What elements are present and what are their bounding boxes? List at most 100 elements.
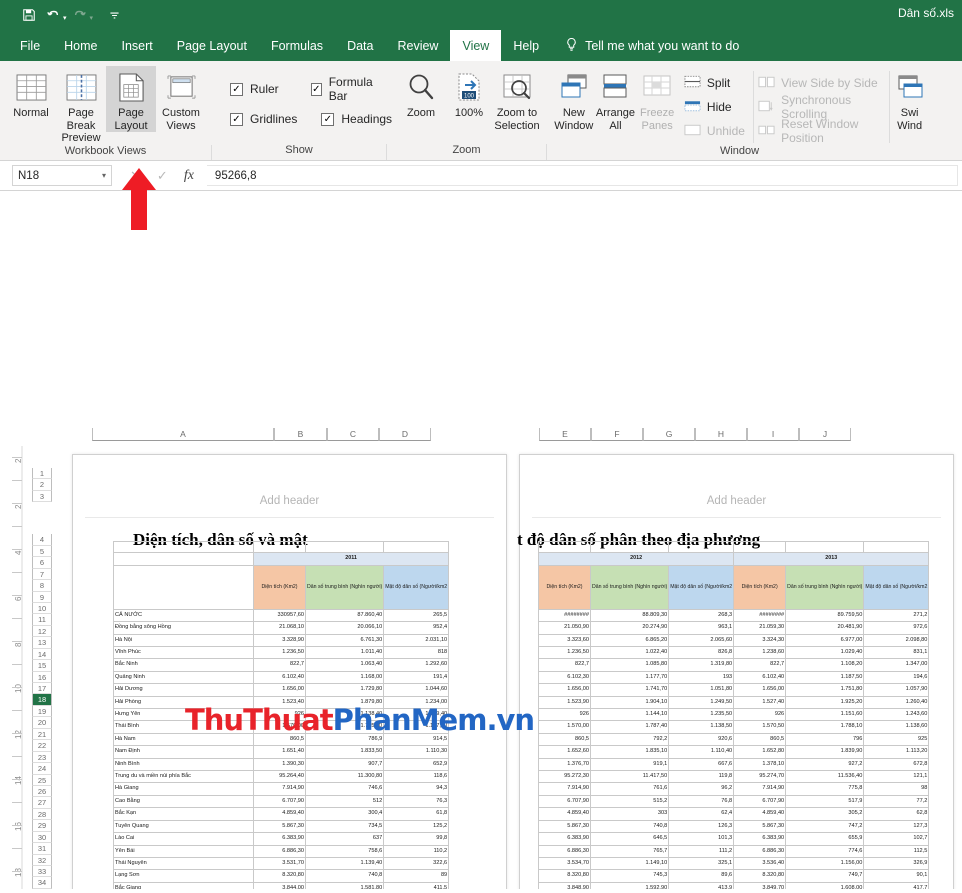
row-header-2[interactable]: 2: [32, 479, 52, 491]
data-cell[interactable]: 1.149,10: [589, 856, 670, 871]
zoom-to-selection-button[interactable]: Zoom to Selection: [493, 66, 541, 132]
data-cell[interactable]: 1.570,00: [538, 720, 591, 734]
table-row[interactable]: 860,5 792,2 920,6 860,5 796 925: [538, 732, 930, 747]
data-cell[interactable]: 740,8: [589, 819, 670, 834]
table-row[interactable]: 1.236,50 1.022,40 826,8 1.238,60 1.029,40 831…: [538, 645, 930, 660]
custom-views-button[interactable]: Custom Views: [156, 66, 206, 132]
row-header-18[interactable]: 18: [32, 694, 52, 706]
table-row[interactable]: Hà Giang 7.914,90 746,6 94,3: [113, 782, 450, 796]
data-cell[interactable]: 325,1: [668, 856, 735, 871]
table-row[interactable]: 3.848,90 1.592,90 413,9 3.849,70 1.608,00 417…: [538, 881, 930, 889]
data-cell[interactable]: 6.886,30: [253, 844, 306, 858]
tab-home[interactable]: Home: [52, 30, 109, 61]
data-cell[interactable]: 792,2: [589, 732, 670, 747]
data-cell[interactable]: 667,6: [668, 757, 735, 772]
data-cell[interactable]: 5.867,30: [733, 819, 787, 834]
data-cell[interactable]: 193: [668, 670, 735, 685]
data-cell[interactable]: 95.272,30: [538, 770, 591, 784]
data-cell[interactable]: 1.063,40: [304, 658, 385, 672]
column-header-a[interactable]: A: [92, 428, 274, 441]
data-cell[interactable]: 1.592,90: [589, 881, 670, 889]
table-row[interactable]: Lào Cai 6.383,90 637 99,8: [113, 832, 450, 846]
data-cell[interactable]: 926: [538, 708, 591, 722]
data-cell[interactable]: 517,9: [785, 794, 865, 809]
data-cell[interactable]: 6.886,30: [538, 844, 591, 858]
table-row[interactable]: ######## 88.809,30 268,3 ######## 89.759,50 2…: [538, 608, 930, 623]
data-cell[interactable]: 1.238,60: [733, 645, 787, 660]
data-cell[interactable]: 6.707,90: [538, 794, 591, 809]
row-header-11[interactable]: 11: [32, 614, 52, 626]
data-cell[interactable]: 1.236,50: [253, 645, 306, 660]
data-cell[interactable]: 7.914,90: [733, 782, 787, 796]
data-cell[interactable]: 920,6: [668, 732, 735, 747]
data-cell[interactable]: 305,2: [785, 807, 865, 821]
data-cell[interactable]: 111,2: [668, 844, 735, 858]
column-header-i[interactable]: I: [747, 428, 799, 441]
data-cell[interactable]: 1.581,80: [304, 881, 385, 889]
data-cell[interactable]: 101,3: [668, 832, 735, 846]
data-cell[interactable]: 1.904,10: [589, 695, 670, 710]
data-cell[interactable]: 1.319,80: [668, 658, 735, 672]
row-header-16[interactable]: 16: [32, 671, 52, 683]
data-cell[interactable]: 127,3: [863, 819, 930, 834]
row-header-4[interactable]: 4: [32, 534, 52, 546]
row-header-22[interactable]: 22: [32, 740, 52, 752]
table-row[interactable]: Bắc Ninh 822,7 1.063,40 1.292,60: [113, 658, 450, 672]
table-row[interactable]: [113, 541, 450, 554]
data-cell[interactable]: 919,1: [589, 757, 670, 772]
data-cell[interactable]: 655,9: [785, 832, 865, 846]
data-cell[interactable]: 21.059,30: [733, 621, 787, 635]
data-cell[interactable]: 3.324,30: [733, 633, 787, 648]
data-cell[interactable]: 265,5: [383, 608, 450, 623]
data-cell[interactable]: 112,5: [863, 844, 930, 858]
data-cell[interactable]: 8.320,80: [253, 869, 306, 883]
data-cell[interactable]: 796: [785, 732, 865, 747]
row-header-32[interactable]: 32: [32, 854, 52, 866]
row-header-24[interactable]: 24: [32, 763, 52, 775]
data-cell[interactable]: 411,5: [383, 881, 450, 889]
data-cell[interactable]: 775,8: [785, 782, 865, 796]
data-cell[interactable]: 740,8: [304, 869, 385, 883]
row-header-8[interactable]: 8: [32, 580, 52, 592]
data-cell[interactable]: 89.759,50: [785, 608, 865, 623]
data-cell[interactable]: 3.531,70: [253, 856, 306, 871]
data-cell[interactable]: 4.859,40: [733, 807, 787, 821]
table-row[interactable]: Hà Nội 3.328,90 6.761,30 2.031,10: [113, 633, 450, 648]
data-cell[interactable]: ########: [538, 608, 591, 623]
data-cell[interactable]: 1.787,40: [589, 720, 670, 734]
row-header-19[interactable]: 19: [32, 705, 52, 718]
column-header-c[interactable]: C: [327, 428, 379, 441]
table-row[interactable]: Đồng bằng sông Hồng 21.068,10 20.066,10 952…: [113, 621, 450, 635]
data-cell[interactable]: 652,9: [383, 757, 450, 772]
data-cell[interactable]: 77,2: [863, 794, 930, 809]
data-cell[interactable]: 1.177,70: [589, 670, 670, 685]
data-cell[interactable]: 1.833,50: [304, 745, 385, 759]
data-cell[interactable]: 7.914,90: [538, 782, 591, 796]
data-cell[interactable]: 1.656,00: [538, 683, 591, 697]
row-header-26[interactable]: 26: [32, 785, 52, 798]
data-cell[interactable]: 6.761,30: [304, 633, 385, 648]
data-cell[interactable]: 6.886,30: [733, 844, 787, 858]
row-header-3[interactable]: 3: [32, 490, 52, 503]
data-cell[interactable]: 512: [304, 794, 385, 809]
row-header-23[interactable]: 23: [32, 751, 52, 764]
data-cell[interactable]: 119,8: [668, 770, 735, 784]
table-row[interactable]: 4.859,40 303 62,4 4.859,40 305,2 62,8: [538, 807, 930, 821]
data-cell[interactable]: 8.320,80: [538, 869, 591, 883]
table-row[interactable]: 5.867,30 740,8 126,3 5.867,30 747,2 127,3: [538, 819, 930, 834]
data-table-page-2[interactable]: 2012 2013 Diện tích (Km2) Dân số trung bình…: [537, 540, 930, 889]
table-row[interactable]: 1.376,70 919,1 667,6 1.378,10 927,2 672,8: [538, 757, 930, 772]
hide-button[interactable]: Hide: [684, 96, 749, 118]
row-header-27[interactable]: 27: [32, 797, 52, 809]
column-header-d[interactable]: D: [379, 428, 431, 441]
data-cell[interactable]: 672,8: [863, 757, 930, 772]
row-header-12[interactable]: 12: [32, 625, 52, 638]
table-row[interactable]: Nam Định 1.651,40 1.833,50 1.110,30: [113, 745, 450, 759]
data-cell[interactable]: 822,7: [733, 658, 787, 672]
data-cell[interactable]: 20.066,10: [304, 621, 385, 635]
table-row[interactable]: 1.652,60 1.835,10 1.110,40 1.652,80 1.839,90…: [538, 745, 930, 759]
table-row[interactable]: Bắc Giang 3.844,00 1.581,80 411,5: [113, 881, 450, 889]
data-cell[interactable]: 765,7: [589, 844, 670, 858]
zoom-button[interactable]: Zoom: [397, 66, 445, 120]
data-cell[interactable]: 6.102,40: [253, 670, 306, 685]
